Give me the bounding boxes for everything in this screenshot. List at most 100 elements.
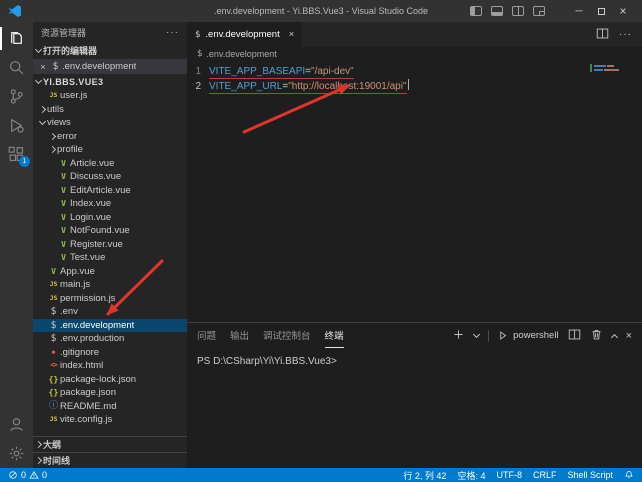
tree-item[interactable]: $.env.production xyxy=(33,332,187,346)
close-panel-icon[interactable]: × xyxy=(626,330,632,342)
tree-item[interactable]: JSuser.js xyxy=(33,89,187,103)
editor-more-actions-icon[interactable]: ··· xyxy=(619,29,632,40)
tree-item[interactable]: JSvite.config.js xyxy=(33,413,187,427)
js-file-icon: JS xyxy=(47,413,60,427)
project-section[interactable]: YI.BBS.VUE3 xyxy=(33,74,187,89)
run-debug-icon[interactable] xyxy=(0,111,33,140)
panel-tab[interactable]: 终端 xyxy=(325,323,344,348)
tree-item[interactable]: VIndex.vue xyxy=(33,197,187,211)
code-line[interactable]: 1 VITE_APP_BASEAPI="/api-dev" xyxy=(187,64,642,79)
notifications-bell-icon[interactable] xyxy=(624,470,634,480)
encoding-status[interactable]: UTF-8 xyxy=(496,470,522,480)
chevron-right-icon[interactable] xyxy=(37,103,47,117)
indent-spacer xyxy=(37,359,47,373)
panel-tab[interactable]: 调试控制台 xyxy=(263,323,311,348)
extensions-icon[interactable]: 1 xyxy=(0,140,33,169)
toggle-secondary-sidebar-icon[interactable] xyxy=(512,6,524,16)
tree-item-label: .env.production xyxy=(60,332,124,346)
tree-item[interactable]: utils xyxy=(33,103,187,117)
indent-spacer xyxy=(47,211,57,225)
chevron-right-icon[interactable] xyxy=(47,130,57,144)
tree-item[interactable]: VNotFound.vue xyxy=(33,224,187,238)
indentation-status[interactable]: 空格: 4 xyxy=(457,469,485,482)
vscode-logo-icon[interactable] xyxy=(8,4,22,18)
tree-item[interactable]: ⓘREADME.md xyxy=(33,400,187,414)
tree-item[interactable]: VTest.vue xyxy=(33,251,187,265)
close-window-button[interactable]: × xyxy=(612,0,634,22)
tree-item[interactable]: VDiscuss.vue xyxy=(33,170,187,184)
kill-terminal-icon[interactable] xyxy=(590,328,603,344)
terminal-profile-chevron-icon[interactable] xyxy=(473,331,480,338)
tree-item[interactable]: views xyxy=(33,116,187,130)
tree-item[interactable]: ◆.gitignore xyxy=(33,346,187,360)
explorer-icon[interactable] xyxy=(0,24,33,53)
extensions-badge: 1 xyxy=(19,156,30,167)
panel-tabs: 问题输出调试控制台终端 xyxy=(197,323,344,348)
open-editors-section[interactable]: 打开的编辑器 xyxy=(33,42,187,59)
chevron-right-icon[interactable] xyxy=(47,143,57,157)
panel-tab[interactable]: 问题 xyxy=(197,323,216,348)
source-control-icon[interactable] xyxy=(0,82,33,111)
minimap[interactable] xyxy=(590,64,630,72)
timeline-section[interactable]: 时间线 xyxy=(33,452,187,468)
toggle-panel-icon[interactable] xyxy=(491,6,503,16)
json-file-icon: {} xyxy=(47,386,60,400)
sidebar-more-actions-icon[interactable]: ··· xyxy=(166,27,179,38)
problems-status[interactable]: 0 0 xyxy=(8,470,47,480)
tree-item[interactable]: VArticle.vue xyxy=(33,157,187,171)
tree-item[interactable]: VLogin.vue xyxy=(33,211,187,225)
tree-item[interactable]: JSpermission.js xyxy=(33,292,187,306)
split-editor-icon[interactable] xyxy=(596,27,609,43)
env-key: VITE_APP_URL xyxy=(209,81,282,92)
open-editor-item[interactable]: × $ .env.development xyxy=(33,59,187,74)
tree-item[interactable]: VEditArticle.vue xyxy=(33,184,187,198)
indent-spacer xyxy=(47,197,57,211)
tree-item-label: Test.vue xyxy=(70,251,105,265)
tree-item[interactable]: $.env.development xyxy=(33,319,187,333)
new-terminal-icon[interactable] xyxy=(452,328,465,344)
language-mode-status[interactable]: Shell Script xyxy=(567,470,613,480)
env-file-icon: $ xyxy=(47,332,60,346)
chevron-down-icon xyxy=(33,74,43,89)
terminal-output[interactable]: PS D:\CSharp\Yi\Yi.BBS.Vue3> xyxy=(187,348,642,468)
maximize-panel-icon[interactable] xyxy=(611,333,618,340)
account-icon[interactable] xyxy=(0,410,33,439)
tree-item[interactable]: $.env xyxy=(33,305,187,319)
search-icon[interactable] xyxy=(0,53,33,82)
minimize-button[interactable]: ─ xyxy=(568,0,590,22)
code-editor[interactable]: 1 VITE_APP_BASEAPI="/api-dev" 2 VITE_APP… xyxy=(187,61,642,322)
chevron-down-icon xyxy=(33,42,43,59)
close-tab-icon[interactable]: × xyxy=(289,29,295,40)
breadcrumb[interactable]: $ .env.development xyxy=(187,47,642,61)
tree-item-label: App.vue xyxy=(60,265,95,279)
tree-item[interactable]: profile xyxy=(33,143,187,157)
tree-item-label: .env xyxy=(60,305,78,319)
tab-env-development[interactable]: $ .env.development × xyxy=(187,22,302,47)
eol-status[interactable]: CRLF xyxy=(533,470,557,480)
tree-item[interactable]: {}package.json xyxy=(33,386,187,400)
tree-item[interactable]: error xyxy=(33,130,187,144)
tree-item-label: .env.development xyxy=(60,319,134,333)
panel-tab[interactable]: 输出 xyxy=(230,323,249,348)
chevron-down-icon[interactable] xyxy=(37,116,47,130)
split-terminal-icon[interactable] xyxy=(568,328,581,344)
tree-item[interactable]: VRegister.vue xyxy=(33,238,187,252)
tree-item[interactable]: {}package-lock.json xyxy=(33,373,187,387)
toggle-sidebar-icon[interactable] xyxy=(470,6,482,16)
js-file-icon: JS xyxy=(47,292,60,306)
indent-spacer xyxy=(37,332,47,346)
close-editor-icon[interactable]: × xyxy=(37,62,49,72)
settings-gear-icon[interactable] xyxy=(0,439,33,468)
tree-item[interactable]: <>index.html xyxy=(33,359,187,373)
terminal-instance-powershell[interactable]: powershell xyxy=(498,330,558,341)
maximize-button[interactable] xyxy=(590,0,612,22)
tree-item[interactable]: VApp.vue xyxy=(33,265,187,279)
cursor-position-status[interactable]: 行 2, 列 42 xyxy=(403,469,446,482)
indent-spacer xyxy=(37,346,47,360)
tree-item[interactable]: JSmain.js xyxy=(33,278,187,292)
tree-item-label: .gitignore xyxy=(60,346,99,360)
outline-section[interactable]: 大纲 xyxy=(33,436,187,452)
indent-spacer xyxy=(37,319,47,333)
customize-layout-icon[interactable] xyxy=(533,6,545,16)
code-line[interactable]: 2 VITE_APP_URL="http://localhost:19001/a… xyxy=(187,79,642,94)
